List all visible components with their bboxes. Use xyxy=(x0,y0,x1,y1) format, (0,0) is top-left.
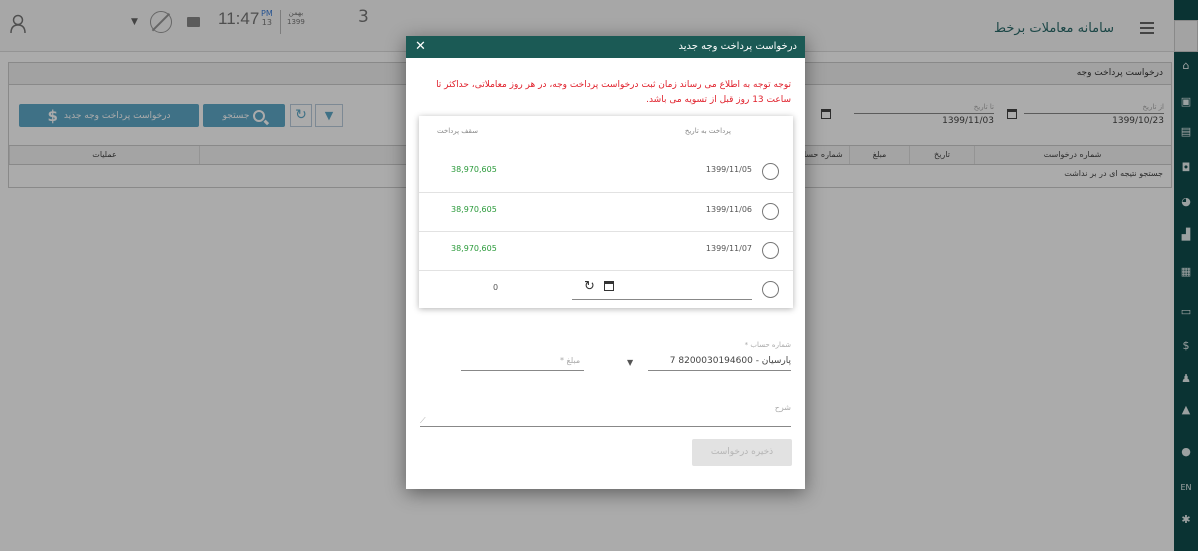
calendar-icon[interactable] xyxy=(604,281,614,291)
amount-input[interactable] xyxy=(461,370,584,371)
payment-date-options: پرداخت به تاریخ سقف پرداخت 1399/11/05 38… xyxy=(419,116,793,308)
dialog-header: درخواست پرداخت وجه جدید ✕ xyxy=(406,36,805,58)
notice-text: توجه توجه به اطلاع می رساند زمان ثبت درخ… xyxy=(436,80,791,105)
resize-handle-icon[interactable]: ⟋ xyxy=(420,416,426,426)
payment-option-row[interactable]: 1399/11/06 38,970,605 xyxy=(419,192,793,230)
payment-date: 1399/11/07 xyxy=(705,244,752,253)
close-icon[interactable]: ✕ xyxy=(415,39,426,55)
custom-date-input[interactable] xyxy=(572,299,752,300)
payment-date: 1399/11/05 xyxy=(705,165,752,174)
custom-date-row[interactable]: ↻ 0 xyxy=(419,270,793,308)
description-label: شرح xyxy=(774,403,791,412)
payment-cap: 38,970,605 xyxy=(451,205,497,214)
payment-option-row[interactable]: 1399/11/05 38,970,605 xyxy=(419,153,793,191)
account-number-label: شماره حساب * xyxy=(744,341,791,349)
refresh-icon[interactable]: ↻ xyxy=(584,279,595,294)
payment-cap-header: سقف پرداخت xyxy=(437,127,478,135)
dialog-title: درخواست پرداخت وجه جدید xyxy=(678,41,797,52)
chevron-down-icon[interactable]: ▼ xyxy=(627,358,633,367)
custom-amount: 0 xyxy=(493,283,499,292)
payment-date: 1399/11/06 xyxy=(705,205,752,214)
payment-cap: 38,970,605 xyxy=(451,165,497,174)
account-select[interactable]: پارسیان - 8200030194600 7 xyxy=(670,356,791,366)
radio-button[interactable] xyxy=(762,203,779,220)
payment-cap: 38,970,605 xyxy=(451,244,497,253)
new-payment-request-dialog: درخواست پرداخت وجه جدید ✕ توجه توجه به ا… xyxy=(406,36,805,489)
radio-button[interactable] xyxy=(762,163,779,180)
save-request-button[interactable]: ذخیره درخواست xyxy=(692,439,792,466)
account-underline xyxy=(648,370,791,371)
amount-label: مبلغ * xyxy=(560,356,581,365)
description-input[interactable] xyxy=(420,426,791,427)
payment-date-header: پرداخت به تاریخ xyxy=(684,127,731,135)
radio-button[interactable] xyxy=(762,281,779,298)
radio-button[interactable] xyxy=(762,242,779,259)
payment-option-row[interactable]: 1399/11/07 38,970,605 xyxy=(419,231,793,269)
